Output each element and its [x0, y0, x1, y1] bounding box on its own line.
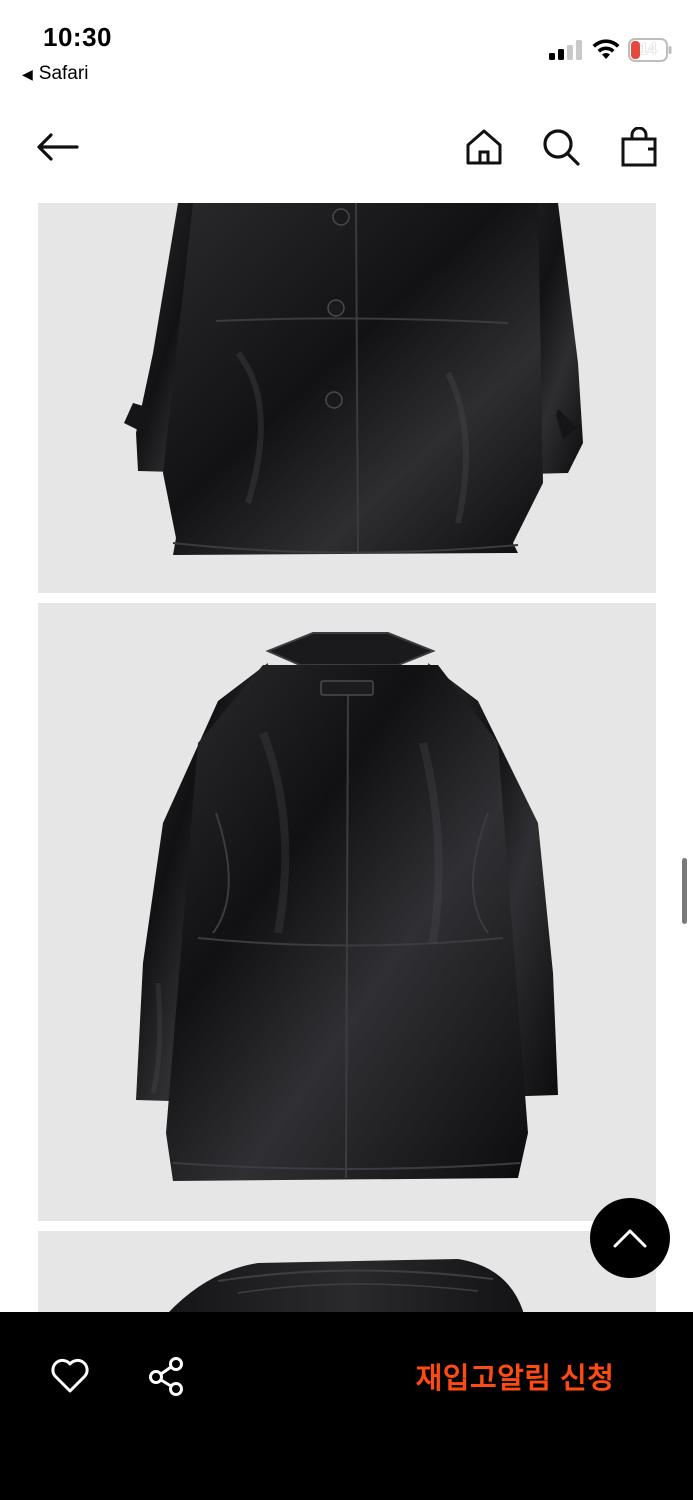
status-time: 10:30 — [43, 22, 112, 52]
back-triangle-icon: ◀ — [22, 65, 33, 82]
home-icon — [466, 129, 502, 165]
cellular-signal-icon — [549, 40, 582, 60]
coat-collar-illustration — [168, 1259, 524, 1313]
wishlist-button[interactable] — [46, 1352, 94, 1400]
status-bar: 10:30 ◀ Safari 14 — [0, 0, 693, 100]
product-image-front[interactable] — [38, 203, 656, 593]
page-scrollbar[interactable] — [682, 858, 687, 924]
scroll-to-top-button[interactable] — [590, 1198, 670, 1278]
arrow-left-icon — [37, 133, 79, 161]
cart-button[interactable] — [609, 110, 669, 184]
back-app-label: Safari — [38, 63, 89, 84]
search-button[interactable] — [531, 110, 591, 184]
battery-level: 14 — [639, 41, 657, 58]
coat-front-illustration — [124, 203, 583, 555]
battery-indicator: 14 — [628, 38, 672, 62]
app-header — [0, 110, 693, 194]
wifi-icon — [592, 39, 620, 59]
heart-icon — [51, 1358, 89, 1393]
search-icon — [543, 129, 580, 166]
coat-back-illustration — [136, 632, 558, 1181]
share-icon — [149, 1357, 183, 1396]
product-image-back[interactable] — [38, 603, 656, 1221]
shopping-bag-icon — [621, 127, 657, 167]
product-image-detail[interactable] — [38, 1231, 656, 1313]
home-button[interactable] — [454, 110, 514, 184]
share-button[interactable] — [142, 1352, 190, 1400]
chevron-up-icon — [613, 1229, 647, 1248]
product-image-gallery — [38, 203, 656, 1313]
back-button[interactable] — [28, 110, 88, 184]
back-to-safari-link[interactable]: ◀ Safari — [22, 63, 88, 85]
restock-alert-button[interactable]: 재입고알림 신청 — [380, 1350, 650, 1402]
bottom-action-bar: 재입고알림 신청 — [0, 1312, 693, 1500]
